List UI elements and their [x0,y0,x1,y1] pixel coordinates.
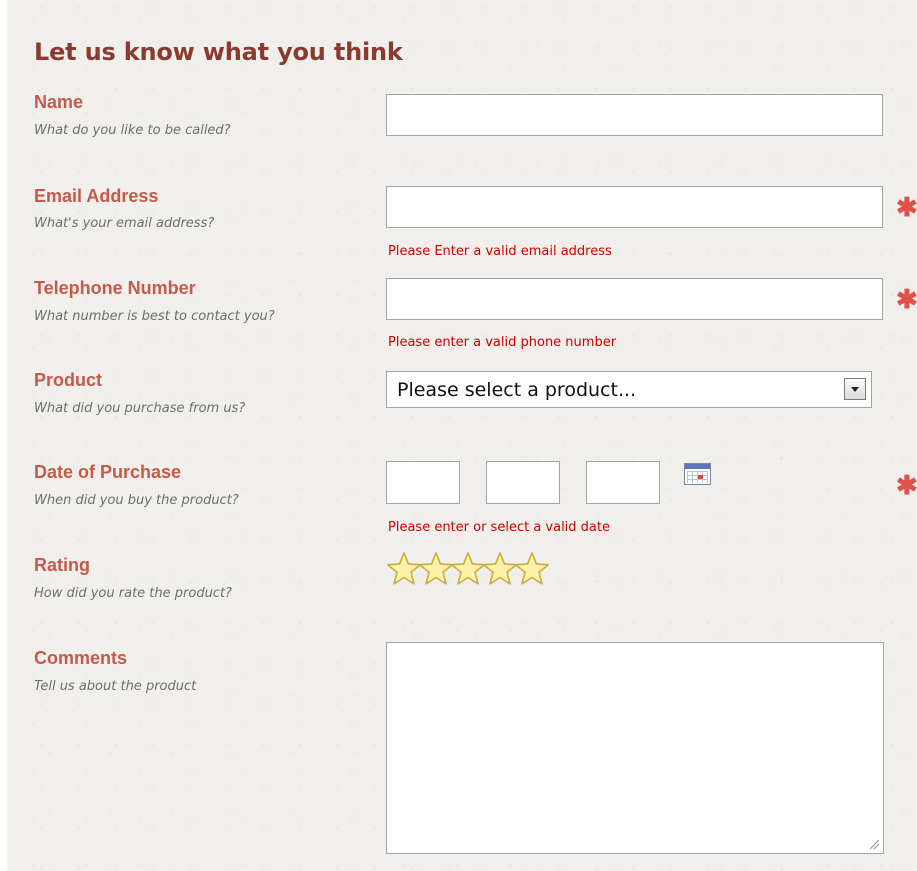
rating-hint: How did you rate the product? [34,586,232,601]
left-edge-strip [0,0,7,871]
date-part-3-input[interactable] [586,461,660,504]
rating-label: Rating [34,555,90,575]
calendar-icon[interactable] [684,463,711,485]
telephone-error-message: Please enter a valid phone number [388,335,617,350]
product-label: Product [34,370,103,390]
telephone-input[interactable] [386,278,883,320]
email-label: Email Address [34,186,159,206]
telephone-label: Telephone Number [34,278,196,298]
email-hint: What's your email address? [34,216,215,231]
chevron-down-icon[interactable] [844,378,866,400]
form-title: Let us know what you think [34,38,403,66]
resize-grip-icon[interactable] [868,838,880,850]
name-input[interactable] [386,94,883,136]
date-required-asterisk-icon: ✱ [896,470,917,500]
product-hint: What did you purchase from us? [34,401,246,416]
telephone-required-asterisk-icon: ✱ [896,284,917,314]
email-input[interactable] [386,186,883,228]
rating-stars [385,550,550,590]
product-select[interactable]: Please select a product... [386,371,872,408]
date-part-1-input[interactable] [386,461,460,504]
name-label: Name [34,92,84,112]
comments-label: Comments [34,648,128,668]
star-icon[interactable] [513,550,551,588]
comments-textarea[interactable] [386,642,884,854]
telephone-hint: What number is best to contact you? [34,309,275,324]
email-required-asterisk-icon: ✱ [896,192,917,222]
feedback-form-page: Let us know what you think Name What do … [0,0,917,871]
email-error-message: Please Enter a valid email address [388,244,612,259]
date-label: Date of Purchase [34,462,182,482]
product-select-value: Please select a product... [397,379,637,401]
comments-hint: Tell us about the product [34,679,197,694]
date-part-2-input[interactable] [486,461,560,504]
date-hint: When did you buy the product? [34,493,239,508]
name-hint: What do you like to be called? [34,123,231,138]
date-error-message: Please enter or select a valid date [388,520,610,535]
